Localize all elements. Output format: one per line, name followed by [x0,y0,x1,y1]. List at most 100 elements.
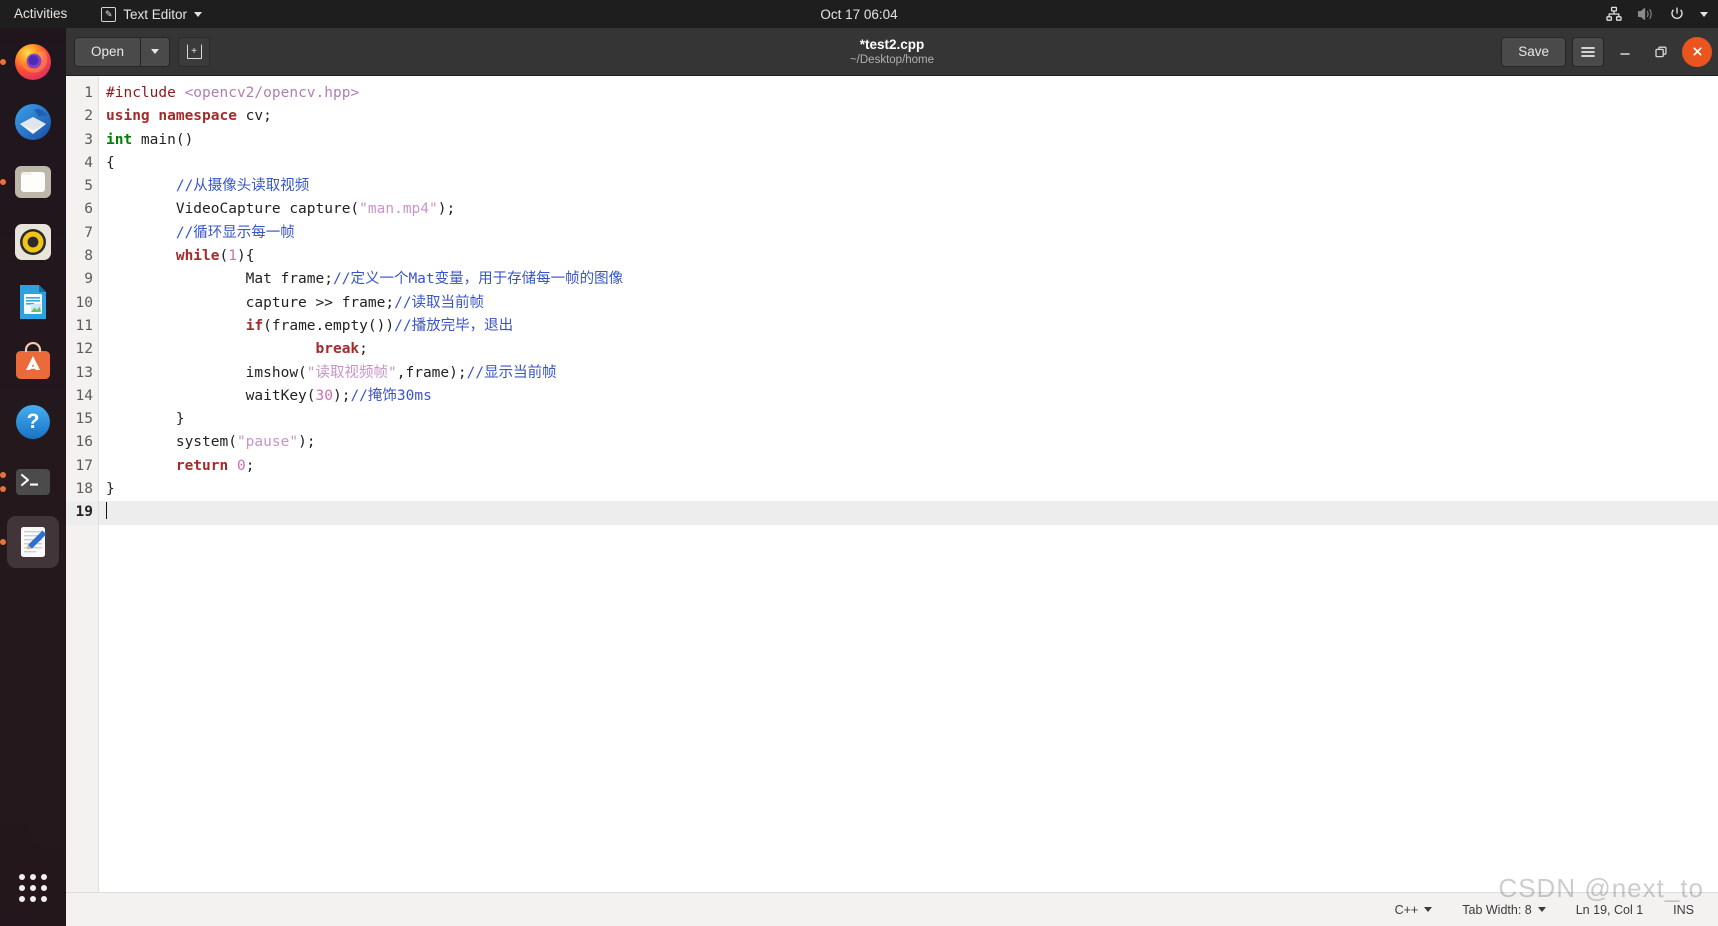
dock-item-help[interactable]: ? [7,396,59,448]
code-line[interactable]: using namespace cv; [99,105,1718,128]
code-token: ,frame); [396,364,467,381]
code-editor-area[interactable]: 1 2 3 4 5 6 7 8 9 10 11 12 13 14 15 16 17 18 19 #include <… [66,76,1718,892]
app-menu-button[interactable]: ✎ Text Editor [93,6,210,22]
line-number: 5 [84,178,93,195]
close-button[interactable] [1682,36,1712,67]
code-line[interactable]: while(1){ [99,245,1718,268]
document-title: *test2.cpp [859,36,925,52]
clock: Oct 17 06:04 [0,7,1718,22]
code-token: (frame.empty()) [263,317,395,334]
code-line[interactable]: } [99,478,1718,501]
code-line[interactable]: } [99,408,1718,431]
terminal-icon [12,461,54,503]
code-line[interactable]: { [99,152,1718,175]
line-number-gutter: 1 2 3 4 5 6 7 8 9 10 11 12 13 14 15 16 17 18 19 [66,76,99,892]
code-token: //定义一个Mat变量，用于存储每一帧的图像 [332,271,624,288]
language-selector[interactable]: C++ [1395,903,1433,917]
dock-item-text-editor[interactable] [0,516,59,568]
code-line[interactable]: VideoCapture capture("man.mp4"); [99,198,1718,221]
code-line[interactable]: waitKey(30);//掩饰30ms [99,385,1718,408]
code-token: #include [106,85,185,101]
cursor-position: Ln 19, Col 1 [1575,902,1644,917]
code-token: } [106,481,115,498]
dock-item-thunderbird[interactable] [7,96,59,148]
save-button[interactable]: Save [1501,36,1566,67]
hamburger-menu-button[interactable] [1572,36,1604,67]
code-line[interactable]: system("pause"); [99,431,1718,454]
new-document-button[interactable]: + [178,36,211,67]
line-number: 6 [84,201,93,218]
line-number: 8 [84,248,93,265]
code-token: } [106,411,185,428]
chevron-down-icon [194,11,203,17]
text-editor-icon: ✎ [101,6,117,22]
libreoffice-writer-icon [12,281,54,323]
dock-item-firefox[interactable] [0,36,59,88]
line-number: 17 [75,457,93,474]
power-icon[interactable] [1669,6,1685,22]
help-icon: ? [12,401,54,443]
text-editor-window: Open + *test2.cpp ~/Desktop/home Save 1 … [66,28,1718,926]
code-token: if [245,317,264,334]
code-line[interactable]: return 0; [99,455,1718,478]
tab-width-selector[interactable]: Tab Width: 8 [1462,902,1546,917]
ubuntu-software-icon [12,341,54,383]
code-token: ); [332,387,351,404]
code-token: return [175,457,229,474]
language-label: C++ [1394,902,1419,917]
ubuntu-dock: ? [0,28,66,926]
open-button[interactable]: Open [74,36,141,67]
show-applications-button[interactable] [7,862,59,914]
code-token: imshow( [106,364,307,381]
running-indicator [0,59,6,65]
chevron-down-icon [1537,907,1546,912]
chevron-down-icon[interactable] [1700,11,1708,17]
header-left-controls: Open + [74,36,211,67]
code-line[interactable]: if(frame.empty())//播放完毕，退出 [99,315,1718,338]
code-line[interactable]: int main() [99,129,1718,152]
code-token: capture >> frame; [106,294,395,311]
code-line[interactable]: break; [99,338,1718,361]
code-token: "读取视频帧" [306,364,397,381]
code-line[interactable]: capture >> frame;//读取当前帧 [99,292,1718,315]
code-token: ( [219,248,229,265]
code-text[interactable]: #include <opencv2/opencv.hpp> using names… [99,76,1718,892]
clock-label[interactable]: Oct 17 06:04 [820,7,897,22]
volume-muted-icon[interactable] [1637,6,1654,22]
minimize-button[interactable] [1610,37,1640,67]
open-recent-dropdown-button[interactable] [140,36,171,67]
code-token: { [106,154,115,171]
dock-item-rhythmbox[interactable] [7,216,59,268]
code-token: 30 [315,387,333,404]
code-line[interactable] [99,501,1718,525]
files-icon [12,161,54,203]
dock-item-terminal[interactable] [0,456,59,508]
new-document-icon: + [186,44,202,59]
code-token: Mat frame; [106,271,333,288]
activities-button[interactable]: Activities [0,0,79,28]
code-line[interactable]: Mat frame;//定义一个Mat变量，用于存储每一帧的图像 [99,268,1718,291]
system-tray [1606,0,1708,28]
maximize-button[interactable] [1646,37,1676,67]
code-token: while [175,248,220,265]
code-token: //从摄像头读取视频 [175,178,310,195]
running-indicator [0,539,6,545]
network-icon[interactable] [1606,6,1622,22]
code-line[interactable]: imshow("读取视频帧",frame);//显示当前帧 [99,362,1718,385]
code-line[interactable]: #include <opencv2/opencv.hpp> [99,82,1718,105]
code-line[interactable]: //从摄像头读取视频 [99,175,1718,198]
dock-item-ubuntu-software[interactable] [7,336,59,388]
line-number: 10 [75,294,93,311]
dock-item-files[interactable] [0,156,59,208]
code-token: //掩饰30ms [350,387,432,404]
firefox-icon [12,41,54,83]
tab-width-label: Tab Width: 8 [1462,902,1532,917]
code-token: waitKey( [106,387,316,404]
line-number: 1 [84,85,93,101]
dock-item-libreoffice-writer[interactable] [7,276,59,328]
code-line[interactable]: //循环显示每一帧 [99,222,1718,245]
